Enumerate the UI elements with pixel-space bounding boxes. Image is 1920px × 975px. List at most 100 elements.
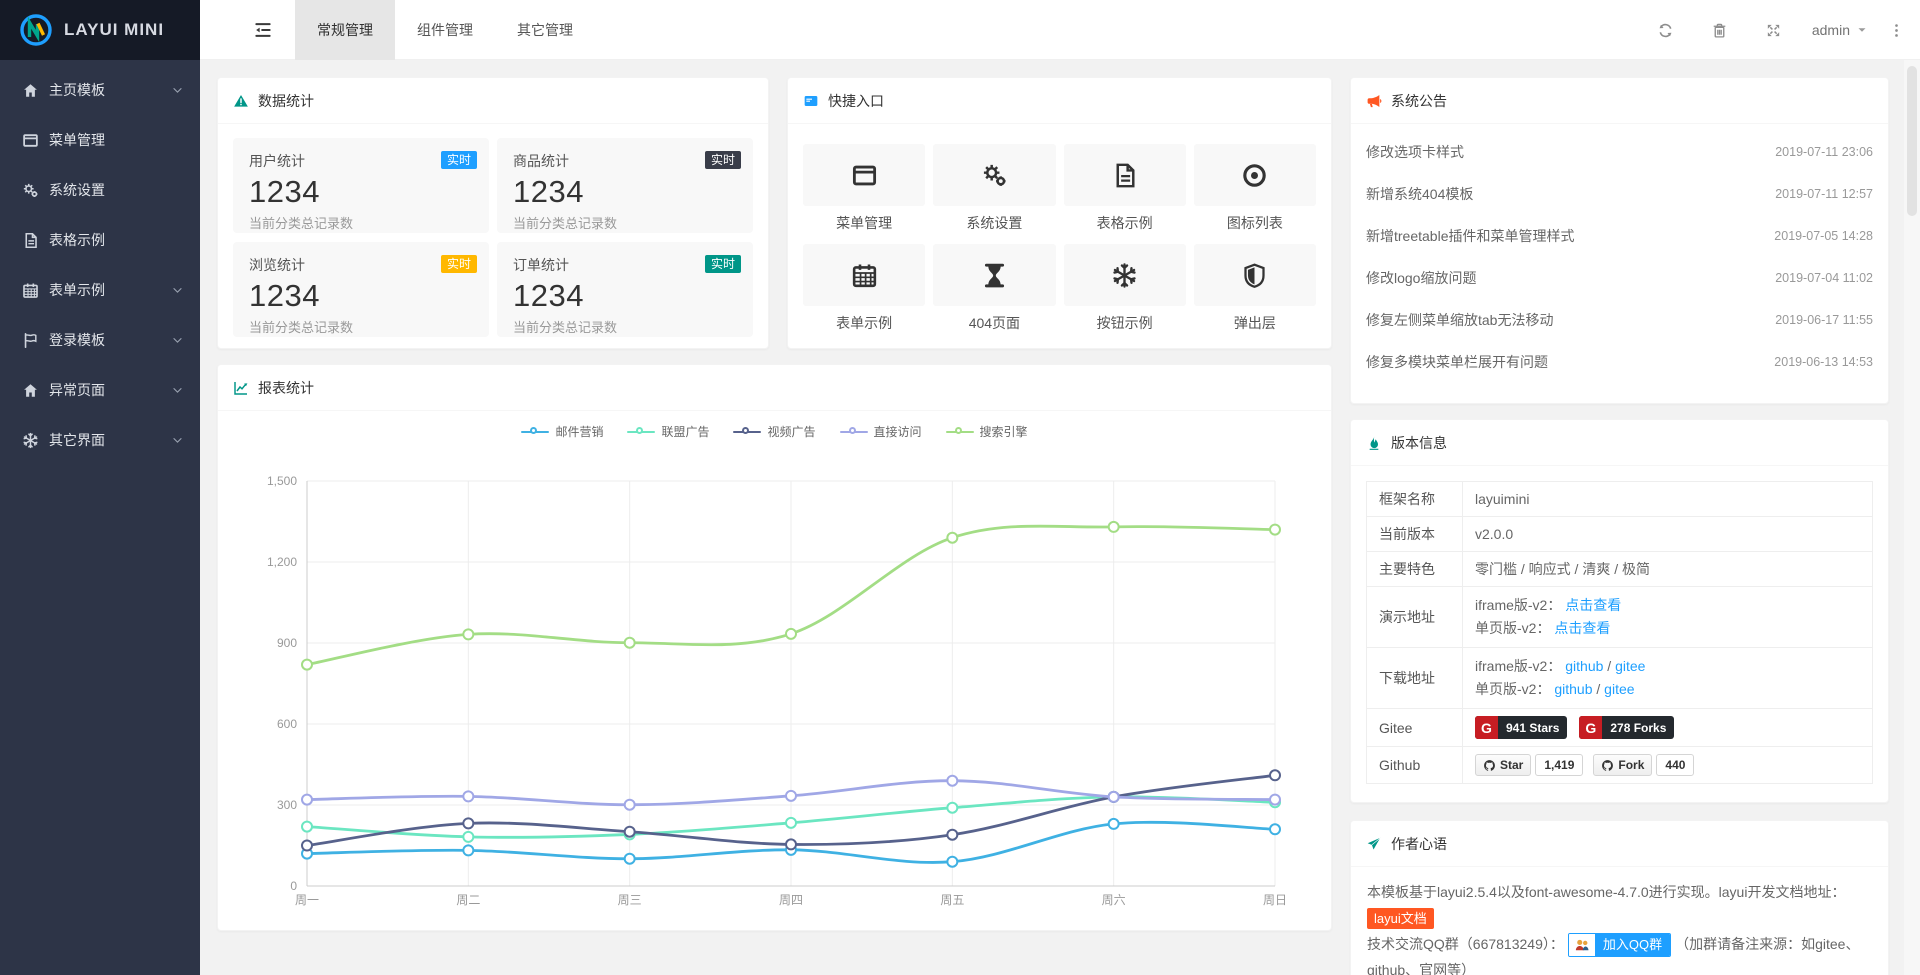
- file-icon: [22, 232, 39, 249]
- github-badge[interactable]: Star1,419: [1475, 754, 1583, 776]
- legend-item-0[interactable]: 邮件营销: [521, 423, 603, 440]
- sidebar-item-1[interactable]: 菜单管理: [0, 115, 200, 165]
- announcement-row-5[interactable]: 修复多模块菜单栏展开有问题2019-06-13 14:53: [1366, 341, 1873, 383]
- legend-item-3[interactable]: 直接访问: [840, 423, 922, 440]
- sidebar-item-2[interactable]: 系统设置: [0, 165, 200, 215]
- quick-entry-3[interactable]: 图标列表: [1194, 144, 1316, 234]
- quick-entry-7[interactable]: 弹出层: [1194, 244, 1316, 334]
- gears-icon: [981, 162, 1008, 189]
- link-github[interactable]: github: [1554, 681, 1592, 697]
- sidebar-item-6[interactable]: 异常页面: [0, 365, 200, 415]
- quick-entry-2[interactable]: 表格示例: [1064, 144, 1186, 234]
- calendar-icon: [803, 244, 925, 306]
- announcement-row-0[interactable]: 修改选项卡样式2019-07-11 23:06: [1366, 131, 1873, 173]
- svg-text:周五: 周五: [940, 893, 964, 907]
- gitee-icon: G: [1475, 716, 1498, 739]
- legend-item-4[interactable]: 搜索引擎: [946, 423, 1028, 440]
- sidebar-item-4[interactable]: 表单示例: [0, 265, 200, 315]
- svg-text:600: 600: [277, 717, 297, 731]
- chevron-down-icon: [171, 84, 184, 97]
- quick-entry-label: 图标列表: [1194, 212, 1316, 234]
- announcement-text: 修复多模块菜单栏展开有问题: [1366, 352, 1548, 372]
- announcement-row-4[interactable]: 修复左侧菜单缩放tab无法移动2019-06-17 11:55: [1366, 299, 1873, 341]
- gears-icon: [22, 182, 39, 199]
- tab-1[interactable]: 组件管理: [395, 0, 495, 60]
- warning-triangle-icon: [233, 93, 249, 109]
- chevron-down-icon: [171, 284, 184, 297]
- announcement-date: 2019-07-04 11:02: [1775, 271, 1873, 285]
- legend-label: 视频广告: [767, 423, 815, 440]
- version-label: Github: [1367, 747, 1463, 784]
- content-scrollbar-thumb[interactable]: [1907, 66, 1917, 216]
- link-点击查看[interactable]: 点击查看: [1554, 620, 1610, 636]
- github-badge[interactable]: Fork440: [1593, 754, 1694, 776]
- announcement-row-3[interactable]: 修改logo缩放问题2019-07-04 11:02: [1366, 257, 1873, 299]
- sidebar-item-label: 异常页面: [49, 380, 105, 400]
- chevron-down-icon: [171, 434, 184, 447]
- gitee-badge[interactable]: G941 Stars: [1475, 716, 1567, 739]
- stat-card-1: 商品统计实时1234当前分类总记录数: [497, 138, 753, 233]
- gitee-badge[interactable]: G278 Forks: [1579, 716, 1674, 739]
- panel-data-stats-header: 数据统计: [218, 78, 768, 124]
- chevron-down-icon: [171, 84, 184, 97]
- sidebar-item-5[interactable]: 登录模板: [0, 315, 200, 365]
- join-qq-badge[interactable]: 加入QQ群: [1568, 933, 1671, 957]
- layui-doc-badge[interactable]: layui文档: [1367, 908, 1434, 929]
- link-点击查看[interactable]: 点击查看: [1565, 597, 1621, 613]
- content-scrollbar-track: [1904, 60, 1920, 975]
- panel-quick-entry-header: 快捷入口: [788, 78, 1331, 124]
- version-row-0: 框架名称layuimini: [1367, 482, 1873, 517]
- tab-2[interactable]: 其它管理: [495, 0, 595, 60]
- flag-icon: [22, 332, 39, 349]
- link-gitee[interactable]: gitee: [1604, 681, 1634, 697]
- version-row-5: GiteeG941 StarsG278 Forks: [1367, 709, 1873, 747]
- file-icon: [22, 232, 39, 249]
- trash-icon[interactable]: [1708, 18, 1732, 42]
- sidebar-item-0[interactable]: 主页模板: [0, 65, 200, 115]
- sidebar-item-label: 菜单管理: [49, 130, 105, 150]
- gitee-badge-text: 941 Stars: [1498, 721, 1567, 735]
- announcement-date: 2019-07-11 23:06: [1775, 145, 1873, 159]
- announcement-text: 新增treetable插件和菜单管理样式: [1366, 226, 1574, 246]
- refresh-icon[interactable]: [1654, 18, 1678, 42]
- version-row-1: 当前版本v2.0.0: [1367, 517, 1873, 552]
- join-qq-label: 加入QQ群: [1595, 933, 1670, 957]
- quick-entry-5[interactable]: 404页面: [933, 244, 1055, 334]
- stat-card-title: 订单统计: [513, 255, 737, 275]
- quick-entry-label: 弹出层: [1194, 312, 1316, 334]
- sidebar-item-3[interactable]: 表格示例: [0, 215, 200, 265]
- github-button[interactable]: Star: [1475, 754, 1531, 776]
- user-label: admin: [1812, 22, 1850, 38]
- svg-text:周三: 周三: [618, 893, 642, 907]
- qq-group-icon: [1569, 933, 1595, 957]
- menu-collapse-icon[interactable]: [233, 0, 293, 60]
- link-prefix: 单页版-v2：: [1475, 681, 1550, 697]
- announcement-row-1[interactable]: 新增系统404模板2019-07-11 12:57: [1366, 173, 1873, 215]
- dot-circle-icon: [1241, 162, 1268, 189]
- fullscreen-icon[interactable]: [1762, 18, 1786, 42]
- link-gitee[interactable]: gitee: [1615, 658, 1645, 674]
- logo[interactable]: LAYUI MINI: [0, 0, 200, 60]
- github-button[interactable]: Fork: [1593, 754, 1652, 776]
- version-row-3: 演示地址iframe版-v2： 点击查看单页版-v2： 点击查看: [1367, 587, 1873, 648]
- github-count: 440: [1656, 754, 1694, 776]
- more-vertical-icon[interactable]: [1884, 18, 1908, 42]
- legend-item-1[interactable]: 联盟广告: [627, 423, 709, 440]
- sidebar-item-7[interactable]: 其它界面: [0, 415, 200, 465]
- link-github[interactable]: github: [1565, 658, 1603, 674]
- quick-entry-0[interactable]: 菜单管理: [803, 144, 925, 234]
- paper-plane-icon: [1366, 836, 1382, 852]
- announcement-row-2[interactable]: 新增treetable插件和菜单管理样式2019-07-05 14:28: [1366, 215, 1873, 257]
- quick-entry-4[interactable]: 表单示例: [803, 244, 925, 334]
- user-menu[interactable]: admin: [1812, 22, 1868, 38]
- quick-entry-1[interactable]: 系统设置: [933, 144, 1055, 234]
- svg-text:周二: 周二: [456, 893, 480, 907]
- snowflake-icon: [1064, 244, 1186, 306]
- quick-entry-6[interactable]: 按钮示例: [1064, 244, 1186, 334]
- legend-item-2[interactable]: 视频广告: [733, 423, 815, 440]
- quick-entry-label: 系统设置: [933, 212, 1055, 234]
- stat-card-0: 用户统计实时1234当前分类总记录数: [233, 138, 489, 233]
- tab-0[interactable]: 常规管理: [295, 0, 395, 60]
- window-icon: [851, 162, 878, 189]
- header-actions: admin: [1624, 0, 1908, 60]
